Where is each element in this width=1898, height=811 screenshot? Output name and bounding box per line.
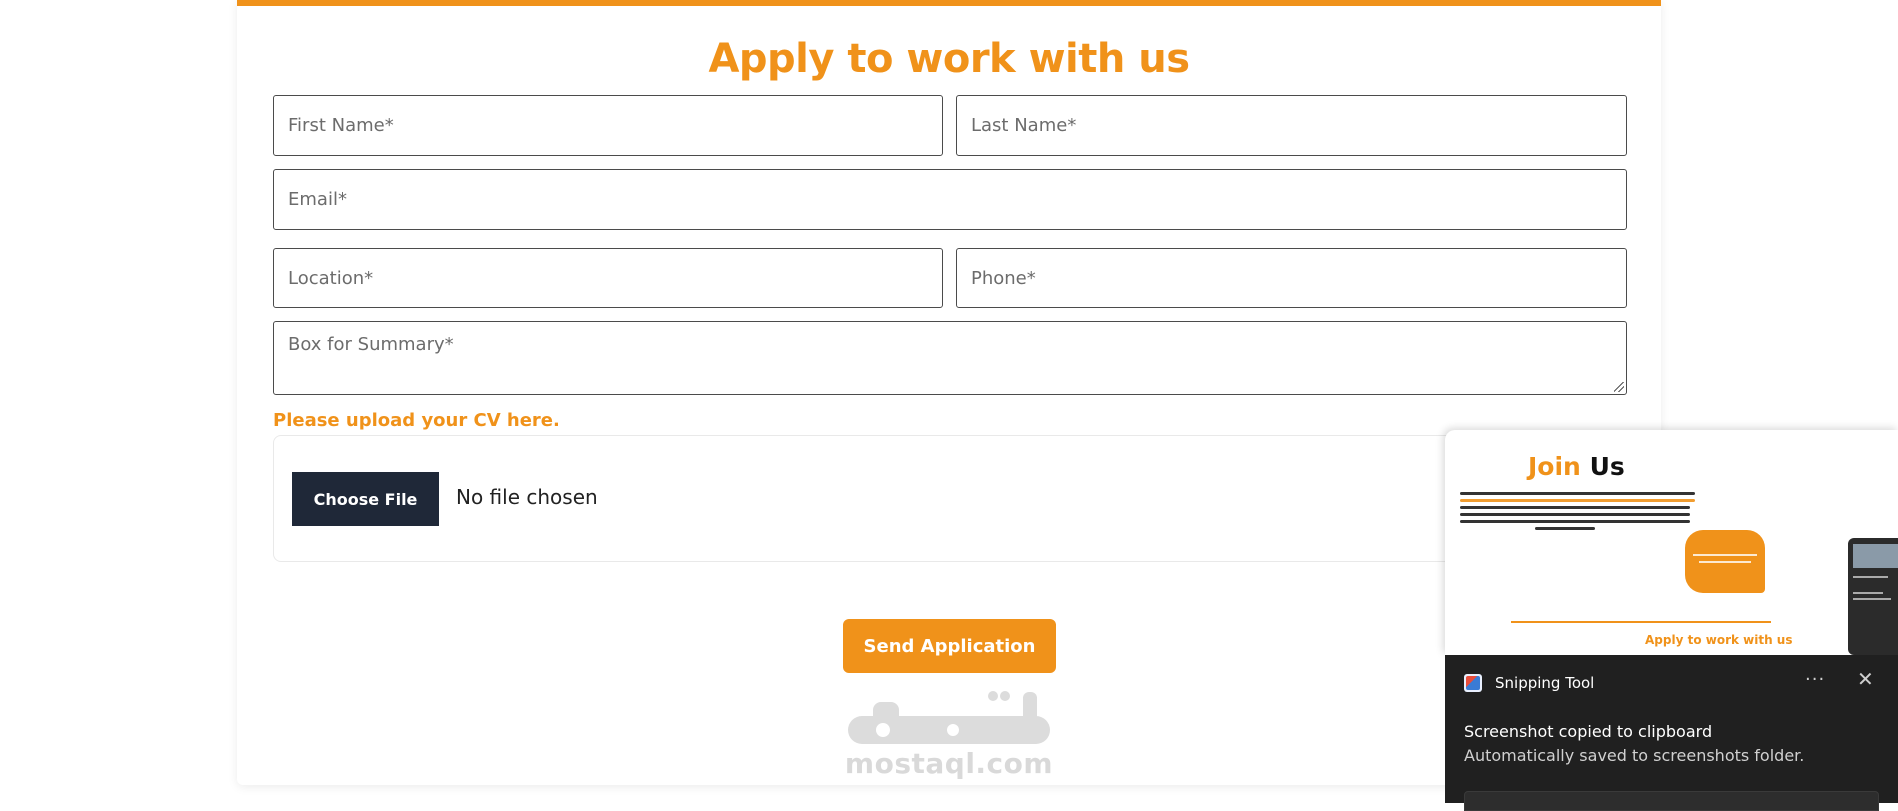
- first-name-placeholder: First Name*: [288, 115, 394, 136]
- resize-handle-icon[interactable]: [1614, 382, 1624, 392]
- location-placeholder: Location*: [288, 267, 374, 289]
- mostaql-watermark: mostaql.com: [843, 686, 1055, 778]
- watermark-text: mostaql.com: [844, 747, 1054, 780]
- preview-orange-card: [1685, 530, 1765, 593]
- mostaql-logo-icon: [848, 691, 1050, 744]
- location-field[interactable]: Location*: [273, 248, 943, 308]
- no-file-text: No file chosen: [456, 485, 598, 509]
- preview-text-line: [1535, 527, 1595, 530]
- preview-text-line: [1460, 520, 1690, 523]
- screenshot-preview[interactable]: Join Us Apply to work with us: [1445, 430, 1898, 655]
- preview-text-line: [1460, 506, 1690, 509]
- page-title: Apply to work with us: [708, 36, 1190, 82]
- more-options-icon[interactable]: ···: [1805, 669, 1825, 690]
- preview-title: Join Us: [1528, 452, 1625, 481]
- choose-file-button[interactable]: Choose File: [292, 472, 439, 526]
- close-icon[interactable]: ✕: [1857, 667, 1874, 691]
- preview-text-line: [1460, 513, 1690, 516]
- notification-action-button[interactable]: [1464, 791, 1879, 811]
- first-name-field[interactable]: First Name*: [273, 95, 943, 156]
- snipping-tool-icon: [1464, 674, 1482, 692]
- last-name-field[interactable]: Last Name*: [956, 95, 1627, 156]
- notification-heading: Screenshot copied to clipboard: [1464, 722, 1713, 741]
- preview-text-line: [1460, 492, 1695, 495]
- cv-upload-label: Please upload your CV here.: [273, 410, 560, 431]
- send-application-button[interactable]: Send Application: [843, 619, 1056, 673]
- phone-placeholder: Phone*: [971, 267, 1036, 289]
- preview-apply-text: Apply to work with us: [1645, 633, 1793, 647]
- notification-body: Automatically saved to screenshots folde…: [1464, 746, 1805, 765]
- phone-field[interactable]: Phone*: [956, 248, 1627, 308]
- summary-placeholder: Box for Summary*: [288, 334, 454, 355]
- email-placeholder: Email*: [288, 189, 347, 210]
- email-field[interactable]: Email*: [273, 169, 1627, 230]
- snipping-tool-notification[interactable]: Snipping Tool ··· ✕ Screenshot copied to…: [1445, 655, 1898, 811]
- preview-text-line: [1460, 499, 1695, 502]
- preview-divider: [1511, 621, 1771, 623]
- last-name-placeholder: Last Name*: [971, 115, 1077, 136]
- summary-textarea[interactable]: Box for Summary*: [273, 321, 1627, 395]
- notification-app-name: Snipping Tool: [1495, 674, 1595, 692]
- preview-side-thumbnail: [1848, 538, 1898, 655]
